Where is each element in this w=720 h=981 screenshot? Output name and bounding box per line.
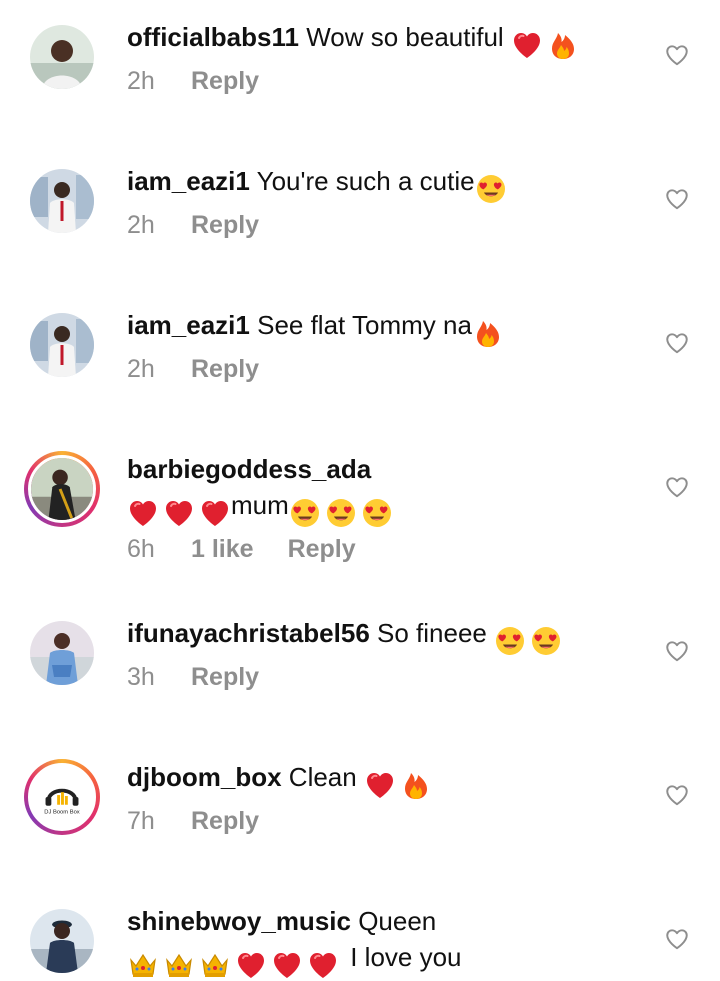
fire-icon: [400, 769, 432, 801]
fire-icon: [547, 29, 579, 61]
timestamp: 3h: [127, 663, 155, 691]
user-avatar-icon[interactable]: [30, 313, 94, 377]
reply-button[interactable]: Reply: [288, 535, 356, 563]
heart-eyes-icon: [530, 625, 562, 657]
comment-body: djboom_box Clean: [127, 759, 436, 801]
reply-button[interactable]: Reply: [191, 807, 259, 835]
red-heart-icon: [235, 949, 267, 981]
comment-text: Wow so beautiful: [298, 22, 511, 52]
comment-text: You're such a cutie: [249, 166, 475, 196]
crown-icon: [127, 949, 159, 981]
timestamp: 2h: [127, 211, 155, 239]
comment-body: ifunayachristabel56 So fineee: [127, 615, 566, 657]
red-heart-icon: [163, 497, 195, 529]
username[interactable]: shinebwoy_music: [127, 906, 351, 936]
comment-meta: 2h Reply: [127, 209, 259, 241]
comment-meta: 2h Reply: [127, 353, 259, 385]
comment-body: iam_eazi1 You're such a cutie: [127, 163, 511, 205]
reply-button[interactable]: Reply: [191, 67, 259, 95]
red-heart-icon: [364, 769, 396, 801]
timestamp: 2h: [127, 67, 155, 95]
username[interactable]: iam_eazi1: [127, 166, 250, 196]
like-heart-icon[interactable]: [664, 474, 690, 500]
heart-eyes-icon: [361, 497, 393, 529]
like-heart-icon[interactable]: [664, 186, 690, 212]
comment-text: Queen: [350, 906, 437, 936]
heart-eyes-icon: [325, 497, 357, 529]
comment-meta: 3h Reply: [127, 661, 259, 693]
comment-meta: 2h Reply: [127, 65, 259, 97]
user-avatar-icon[interactable]: [30, 169, 94, 233]
dj-logo-avatar-icon[interactable]: DJ Boom Box: [24, 759, 100, 835]
crown-icon: [199, 949, 231, 981]
reply-button[interactable]: Reply: [191, 355, 259, 383]
emoji-group: [511, 25, 583, 61]
user-avatar-icon[interactable]: [30, 25, 94, 89]
comment-body: shinebwoy_music Queen: [127, 903, 436, 939]
comment-body-line2: mum: [127, 487, 397, 529]
timestamp: 6h: [127, 535, 155, 563]
heart-eyes-icon: [475, 173, 507, 205]
comment-body-line2: I love you: [127, 939, 462, 981]
comment-body: officialbabs11 Wow so beautiful: [127, 19, 583, 61]
like-heart-icon[interactable]: [664, 330, 690, 356]
comment-meta: 7h Reply: [127, 805, 259, 837]
comment-body: barbiegoddess_ada: [127, 451, 371, 487]
user-avatar-icon[interactable]: [30, 621, 94, 685]
red-heart-icon: [307, 949, 339, 981]
reply-button[interactable]: Reply: [191, 663, 259, 691]
story-ring-avatar-icon[interactable]: [24, 451, 100, 527]
emoji-group: [472, 313, 508, 349]
red-heart-icon: [271, 949, 303, 981]
like-heart-icon[interactable]: [664, 42, 690, 68]
timestamp: 2h: [127, 355, 155, 383]
username[interactable]: iam_eazi1: [127, 310, 250, 340]
emoji-group: [364, 765, 436, 801]
comment-text: See flat Tommy na: [249, 310, 472, 340]
username[interactable]: djboom_box: [127, 762, 282, 792]
comment-text: mum: [231, 490, 289, 520]
username[interactable]: officialbabs11: [127, 22, 299, 52]
dj-logo-text: DJ Boom Box: [44, 809, 80, 815]
emoji-group: [494, 621, 566, 657]
timestamp: 7h: [127, 807, 155, 835]
emoji-group: [127, 493, 231, 529]
username[interactable]: barbiegoddess_ada: [127, 454, 371, 484]
fire-icon: [472, 317, 504, 349]
crown-icon: [163, 949, 195, 981]
emoji-group: [289, 493, 397, 529]
heart-eyes-icon: [494, 625, 526, 657]
red-heart-icon: [127, 497, 159, 529]
comment-text: So fineee: [369, 618, 495, 648]
comment-text: I love you: [343, 942, 462, 972]
heart-eyes-icon: [289, 497, 321, 529]
emoji-group: [475, 169, 511, 205]
like-heart-icon[interactable]: [664, 782, 690, 808]
red-heart-icon: [199, 497, 231, 529]
comment-meta: 6h 1 like Reply: [127, 533, 356, 565]
emoji-group: [127, 945, 343, 981]
like-heart-icon[interactable]: [664, 926, 690, 952]
red-heart-icon: [511, 29, 543, 61]
like-count[interactable]: 1 like: [191, 533, 254, 565]
comment-body: iam_eazi1 See flat Tommy na: [127, 307, 508, 349]
user-avatar-icon[interactable]: [30, 909, 94, 973]
reply-button[interactable]: Reply: [191, 211, 259, 239]
username[interactable]: ifunayachristabel56: [127, 618, 370, 648]
like-heart-icon[interactable]: [664, 638, 690, 664]
comment-text: Clean: [281, 762, 364, 792]
